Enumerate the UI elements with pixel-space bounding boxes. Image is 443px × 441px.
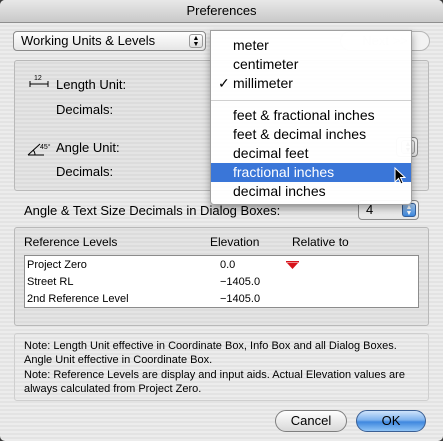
- menu-item-fractional-inches[interactable]: fractional inches: [211, 163, 411, 182]
- menu-item-label: feet & decimal inches: [233, 126, 367, 142]
- level-name: 2nd Reference Level: [27, 293, 129, 305]
- menu-item-label: millimeter: [233, 75, 293, 91]
- length-unit-label: Length Unit:: [56, 77, 127, 92]
- length-unit-icon: 12: [29, 75, 49, 87]
- table-row[interactable]: Project Zero 0.0: [25, 257, 418, 274]
- note-reference-levels: Note: Reference Levels are display and i…: [24, 369, 405, 395]
- checkmark-icon: ✓: [218, 75, 230, 91]
- menu-item-meter[interactable]: meter: [211, 36, 411, 55]
- menu-item-feet-fractional-inches[interactable]: feet & fractional inches: [211, 106, 411, 125]
- level-elevation: −1405.0: [220, 293, 261, 305]
- dialog-decimals-label: Angle & Text Size Decimals in Dialog Box…: [24, 203, 281, 218]
- level-name: Project Zero: [27, 259, 87, 271]
- length-icon-number: 12: [34, 75, 42, 82]
- preferences-window: Preferences Working Units & Levels ▲▼ Ne…: [0, 0, 443, 441]
- angle-unit-label: Angle Unit:: [56, 140, 120, 155]
- category-popup-value: Working Units & Levels: [21, 33, 156, 48]
- menu-item-label: feet & fractional inches: [233, 107, 375, 123]
- popup-arrows-icon: ▲▼: [189, 34, 203, 48]
- angle-unit-icon: 45°: [27, 143, 51, 156]
- menu-item-label: meter: [233, 37, 269, 53]
- reference-levels-header: Reference Levels: [24, 235, 118, 249]
- menu-item-decimal-inches[interactable]: decimal inches: [211, 182, 411, 201]
- ok-button[interactable]: OK: [356, 410, 426, 432]
- menu-item-feet-decimal-inches[interactable]: feet & decimal inches: [211, 125, 411, 144]
- menu-item-label: centimeter: [233, 56, 299, 72]
- menu-item-label: fractional inches: [233, 164, 335, 180]
- reference-levels-list[interactable]: Project Zero 0.0 Street RL −1405.0 2nd R…: [24, 255, 419, 308]
- mouse-cursor-icon: [394, 167, 406, 185]
- menu-item-label: decimal inches: [233, 183, 326, 199]
- menu-item-millimeter[interactable]: ✓ millimeter: [211, 74, 411, 93]
- category-popup[interactable]: Working Units & Levels ▲ ▼: [13, 31, 206, 51]
- relative-to-header: Relative to: [292, 235, 349, 249]
- elevation-header: Elevation: [210, 235, 260, 249]
- note-length-unit: Note: Length Unit effective in Coordinat…: [24, 340, 397, 366]
- length-decimals-label: Decimals:: [56, 102, 114, 117]
- angle-decimals-label: Decimals:: [56, 164, 114, 179]
- length-unit-menu[interactable]: meter centimeter ✓ millimeter feet & frac…: [210, 30, 412, 205]
- level-name: Street RL: [27, 276, 74, 288]
- menu-item-label: decimal feet: [233, 145, 309, 161]
- cancel-button[interactable]: Cancel: [275, 410, 347, 432]
- menu-item-decimal-feet[interactable]: decimal feet: [211, 144, 411, 163]
- table-row[interactable]: 2nd Reference Level −1405.0: [25, 291, 418, 308]
- zero-marker-icon: [286, 261, 299, 269]
- level-elevation: −1405.0: [220, 276, 261, 288]
- table-row[interactable]: Street RL −1405.0: [25, 274, 418, 291]
- menu-separator: [211, 100, 411, 101]
- popup-arrows-icon: ▲▼: [402, 203, 416, 217]
- window-title: Preferences: [0, 0, 443, 23]
- level-elevation: 0.0: [220, 259, 236, 271]
- menu-item-centimeter[interactable]: centimeter: [211, 55, 411, 74]
- angle-icon-number: 45°: [40, 143, 51, 151]
